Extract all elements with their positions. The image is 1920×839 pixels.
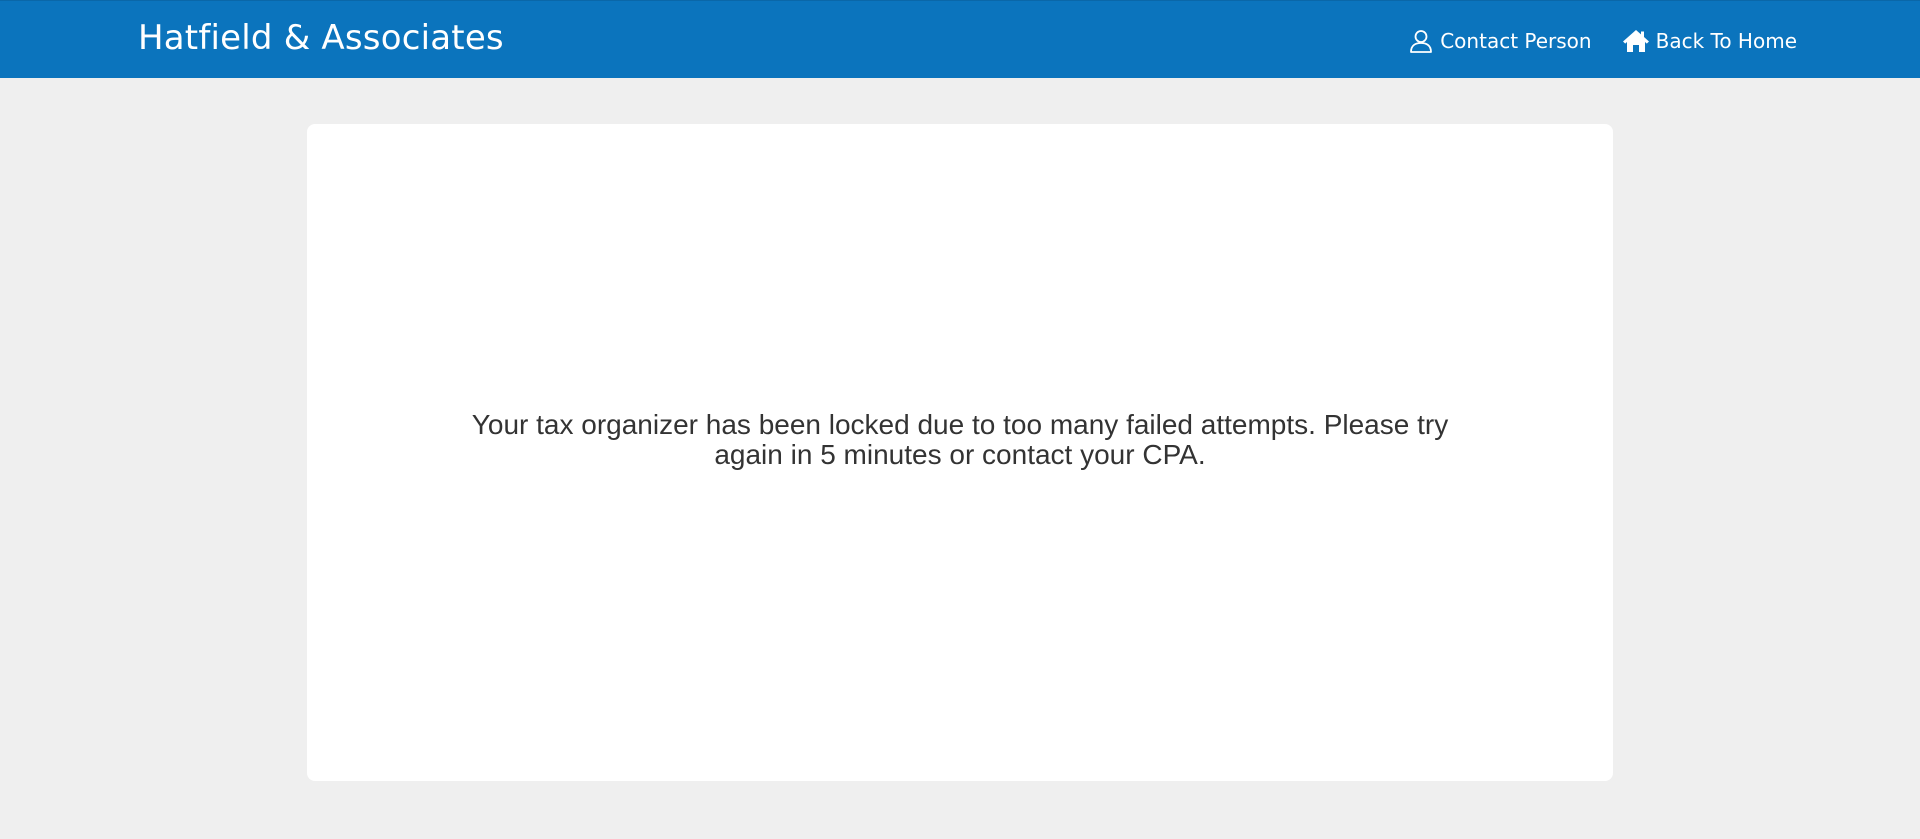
back-to-home-link[interactable]: Back To Home (1622, 27, 1797, 55)
home-icon (1622, 29, 1650, 53)
header-nav: Contact Person Back To Home (1408, 27, 1797, 55)
contact-person-label: Contact Person (1440, 29, 1592, 53)
brand-title: Hatfield & Associates (138, 18, 504, 58)
user-icon (1408, 28, 1434, 54)
back-to-home-label: Back To Home (1655, 29, 1797, 53)
top-header-bar: Hatfield & Associates Contact Person Bac… (0, 0, 1920, 78)
locked-message: Your tax organizer has been locked due t… (471, 409, 1449, 470)
message-card: Your tax organizer has been locked due t… (307, 124, 1613, 781)
contact-person-link[interactable]: Contact Person (1408, 27, 1592, 55)
